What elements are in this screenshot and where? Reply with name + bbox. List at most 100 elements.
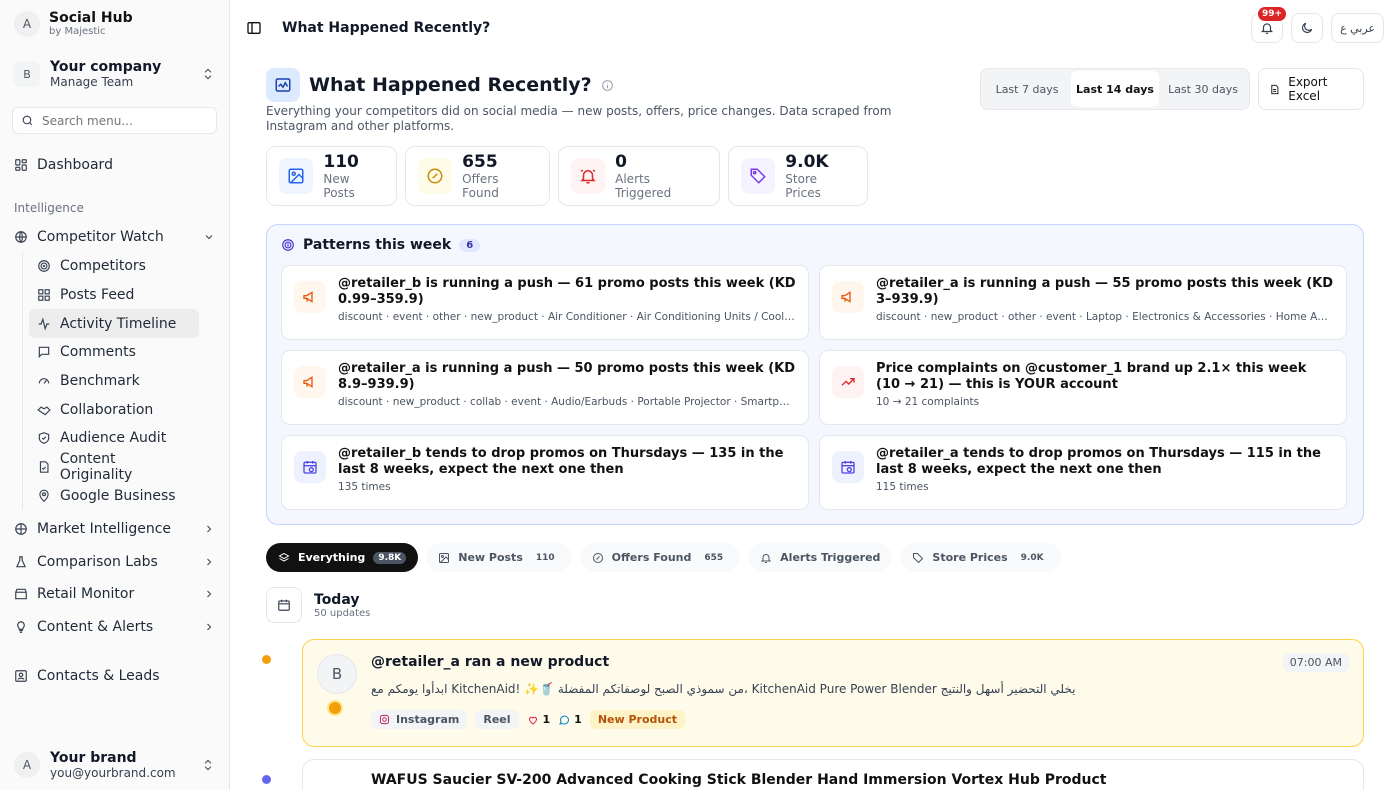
filter-store-prices[interactable]: Store Prices 9.0K — [900, 543, 1061, 572]
stat-value: 655 — [462, 151, 498, 172]
message-circle-icon — [559, 715, 570, 725]
fingerprint-icon — [282, 239, 294, 251]
range-7-days[interactable]: Last 7 days — [983, 71, 1071, 107]
nav-comparison-labs[interactable]: Comparison Labs — [0, 546, 229, 579]
moon-icon — [1302, 22, 1313, 33]
bell-ring-icon — [760, 553, 772, 563]
badge-percent-icon — [418, 158, 453, 194]
feed-item[interactable]: B @retailer_a ran a new product يخلي الت… — [302, 639, 1364, 747]
theme-toggle-button[interactable] — [1291, 13, 1324, 43]
nav-content-alerts[interactable]: Content & Alerts — [0, 611, 229, 644]
pattern-meta: discount · new_product · other · event ·… — [876, 311, 1334, 323]
grid-icon — [38, 289, 50, 301]
notification-badge: 99+ — [1255, 5, 1289, 23]
activity-feed: B @retailer_a ran a new product يخلي الت… — [262, 639, 1364, 790]
export-excel-button[interactable]: Export Excel — [1258, 68, 1364, 110]
stat-label: New Posts — [323, 171, 355, 200]
filter-alerts-triggered[interactable]: Alerts Triggered — [748, 543, 893, 572]
bell-icon — [1260, 23, 1274, 34]
globe-icon — [15, 231, 27, 243]
sub-item-comments[interactable]: Comments — [29, 338, 199, 367]
sub-item-google-business[interactable]: Google Business — [29, 482, 199, 511]
app-avatar: A — [14, 10, 40, 37]
message-square-icon — [38, 347, 50, 359]
pattern-card[interactable]: @retailer_a is running a push — 50 promo… — [281, 350, 809, 425]
pattern-card[interactable]: Price complaints on @customer_1 brand up… — [819, 350, 1347, 425]
file-text-icon — [1271, 84, 1279, 94]
brain-icon — [15, 523, 27, 536]
nav-retail-monitor[interactable]: Retail Monitor — [0, 578, 229, 611]
company-name: Your company — [50, 59, 162, 75]
app-by: by Majestic — [49, 26, 106, 37]
search-input[interactable] — [42, 113, 192, 128]
format-tag: Reel — [475, 710, 519, 729]
pattern-card[interactable]: @retailer_b tends to drop promos on Thur… — [281, 435, 809, 510]
megaphone-icon — [832, 281, 864, 313]
section-intelligence: Intelligence — [14, 201, 84, 215]
brand-switcher[interactable]: A Your brand you@yourbrand.com — [0, 740, 229, 790]
sub-item-content-originality[interactable]: Content Originality — [29, 451, 199, 483]
stat-store-prices[interactable]: 9.0K Store Prices — [728, 146, 868, 206]
sub-item-audience-audit[interactable]: Audience Audit — [29, 424, 199, 453]
stat-alerts-triggered[interactable]: 0 Alerts Triggered — [558, 146, 720, 206]
nav-dashboard[interactable]: Dashboard — [0, 150, 229, 180]
filter-label: Offers Found — [611, 551, 692, 564]
language-button[interactable]: عربي ع — [1331, 13, 1384, 43]
app-brand[interactable]: A Social Hub by Majestic — [0, 0, 229, 47]
stat-offers-found[interactable]: 655 Offers Found — [405, 146, 550, 206]
sub-item-benchmark[interactable]: Benchmark — [29, 367, 199, 396]
pattern-card[interactable]: @retailer_a is running a push — 55 promo… — [819, 265, 1347, 340]
filter-new-posts[interactable]: New Posts 110 — [426, 543, 572, 572]
feed-text: يخلي التحضير أسهل والنتيج KitchenAid Pur… — [371, 682, 1076, 696]
nav-market-intelligence[interactable]: Market Intelligence — [0, 513, 229, 546]
megaphone-icon — [294, 366, 326, 398]
page-description: Everything your competitors did on socia… — [266, 104, 892, 133]
sub-item-collaboration[interactable]: Collaboration — [29, 395, 199, 424]
notifications-button[interactable]: 99+ — [1251, 5, 1289, 43]
range-14-days[interactable]: Last 14 days — [1071, 71, 1159, 107]
sub-item-competitors[interactable]: Competitors — [29, 252, 199, 281]
info-icon[interactable] — [601, 79, 614, 92]
sub-item-label: Benchmark — [60, 373, 140, 390]
pattern-meta: 115 times — [876, 481, 929, 493]
pattern-card[interactable]: @retailer_b is running a push — 61 promo… — [281, 265, 809, 340]
pattern-title: @retailer_a tends to drop promos on Thur… — [876, 446, 1321, 477]
chevrons-up-down-icon — [204, 68, 212, 80]
nav-dashboard-label: Dashboard — [37, 157, 113, 173]
sub-item-posts-feed[interactable]: Posts Feed — [29, 281, 199, 310]
feed-title: @retailer_a ran a new product — [371, 654, 610, 670]
filter-label: Alerts Triggered — [780, 551, 881, 564]
nav-label: Market Intelligence — [37, 521, 172, 538]
chevron-right-icon — [207, 526, 212, 533]
patterns-title: Patterns this week — [303, 237, 452, 253]
range-30-days[interactable]: Last 30 days — [1159, 71, 1247, 107]
filter-count: 9.8K — [373, 551, 407, 564]
date-range-selector: Last 7 days Last 14 days Last 30 days — [980, 68, 1250, 110]
main-content: What Happened Recently? 99+ عربي ع What … — [230, 0, 1400, 790]
search-menu[interactable] — [12, 107, 217, 134]
nav-competitor-watch[interactable]: Competitor Watch — [0, 222, 229, 252]
sidebar-toggle-icon[interactable] — [246, 20, 262, 36]
sub-item-label: Competitors — [60, 258, 146, 275]
chevron-right-icon — [207, 558, 212, 566]
stat-value: 9.0K — [785, 151, 829, 172]
filter-offers-found[interactable]: Offers Found 655 — [579, 543, 741, 572]
gauge-icon — [38, 378, 50, 384]
nav-contacts-leads[interactable]: Contacts & Leads — [0, 661, 229, 691]
stat-new-posts[interactable]: 110 New Posts — [266, 146, 397, 206]
tag-icon — [741, 158, 776, 194]
shield-check-icon — [38, 432, 50, 445]
pattern-title: @retailer_a is running a push — 55 promo… — [876, 276, 1334, 307]
filter-everything[interactable]: Everything 9.8K — [266, 543, 419, 572]
company-sub: Manage Team — [50, 75, 134, 89]
brand-avatar: A — [14, 752, 40, 778]
likes-value: 1 — [542, 713, 551, 726]
feed-item[interactable]: WAFUS Saucier SV-200 Advanced Cooking St… — [302, 759, 1364, 790]
nav-label: Comparison Labs — [37, 553, 158, 570]
store-icon — [15, 589, 27, 600]
company-switcher[interactable]: B Your company Manage Team — [8, 51, 221, 97]
pattern-card[interactable]: @retailer_a tends to drop promos on Thur… — [819, 435, 1347, 510]
sub-item-label: Google Business — [60, 487, 176, 504]
calendar-icon — [266, 587, 302, 623]
sub-item-activity-timeline[interactable]: Activity Timeline — [29, 309, 199, 339]
